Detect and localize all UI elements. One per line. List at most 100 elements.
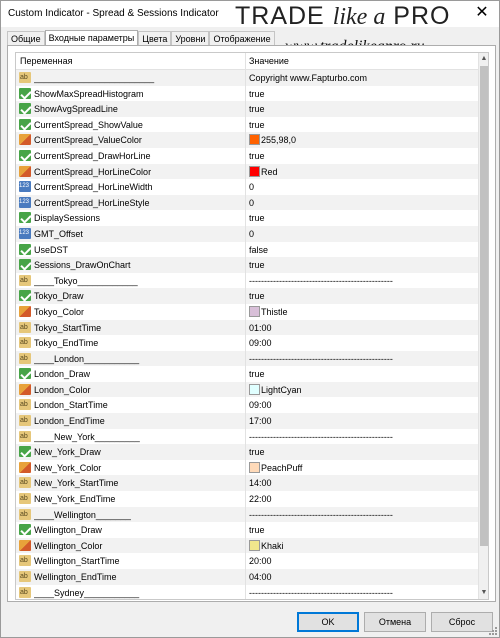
parameter-row[interactable]: ShowMaxSpreadHistogram true (16, 85, 479, 102)
parameter-value[interactable]: true (249, 368, 477, 380)
parameter-row[interactable]: ____Wellington_______ -------------------… (16, 506, 479, 523)
parameter-value[interactable]: 0 (249, 181, 477, 193)
parameter-row[interactable]: Tokyo_StartTime 01:00 (16, 319, 479, 336)
parameter-value[interactable]: ----------------------------------------… (249, 353, 477, 365)
column-divider (245, 397, 246, 414)
parameter-row[interactable]: ____Sydney___________ -------------------… (16, 584, 479, 599)
scroll-up-icon[interactable]: ▲ (479, 53, 488, 65)
parameter-row[interactable]: Tokyo_EndTime 09:00 (16, 335, 479, 351)
parameter-name: CurrentSpread_HorLineColor (34, 166, 152, 177)
column-divider (245, 303, 246, 320)
tab-general[interactable]: Общие (7, 31, 45, 46)
bool-icon (19, 87, 31, 99)
tab-levels[interactable]: Уровни (171, 31, 210, 46)
parameter-value[interactable]: 20:00 (249, 555, 477, 567)
column-header-variable[interactable]: Переменная (20, 56, 73, 66)
parameter-value[interactable]: true (249, 119, 477, 131)
parameter-row[interactable]: Wellington_StartTime 20:00 (16, 553, 479, 569)
color-swatch[interactable] (249, 461, 260, 473)
scroll-down-icon[interactable]: ▼ (479, 587, 488, 599)
parameter-value[interactable]: 255,98,0 (249, 134, 477, 146)
parameter-value[interactable]: true (249, 259, 477, 271)
parameter-value[interactable]: true (249, 212, 477, 224)
color-swatch[interactable] (249, 165, 260, 177)
parameter-value[interactable]: Thistle (249, 305, 477, 318)
parameter-row[interactable]: ____Tokyo____________ -------------------… (16, 272, 479, 289)
parameter-row[interactable]: Tokyo_Color Thistle (16, 303, 479, 320)
parameter-row[interactable]: ShowAvgSpreadLine true (16, 101, 479, 117)
parameter-row[interactable]: London_EndTime 17:00 (16, 413, 479, 429)
parameter-value[interactable]: Red (249, 165, 477, 178)
parameter-value[interactable]: 17:00 (249, 415, 477, 427)
parameter-value[interactable]: PeachPuff (249, 461, 477, 474)
parameter-row[interactable]: CurrentSpread_DrawHorLine true (16, 147, 479, 164)
parameter-value[interactable]: 09:00 (249, 399, 477, 411)
parameter-value[interactable]: 0 (249, 228, 477, 240)
reset-button[interactable]: Сброс (431, 612, 493, 632)
scrollbar-thumb[interactable] (480, 66, 488, 546)
parameter-value[interactable]: true (249, 103, 477, 115)
parameter-value[interactable]: 09:00 (249, 337, 477, 349)
parameter-row[interactable]: CurrentSpread_HorLineWidth 0 (16, 179, 479, 195)
parameter-value[interactable]: ----------------------------------------… (249, 431, 477, 443)
parameter-row[interactable]: Wellington_Draw true (16, 522, 479, 538)
color-swatch[interactable] (249, 539, 260, 551)
parameter-value-text: 14:00 (249, 478, 272, 489)
text-icon (19, 430, 31, 442)
parameter-name: CurrentSpread_ShowValue (34, 119, 143, 130)
parameter-value[interactable]: false (249, 244, 477, 256)
parameter-value[interactable]: ----------------------------------------… (249, 275, 477, 287)
parameter-value[interactable]: Copyright www.Fapturbo.com (249, 72, 477, 84)
parameter-row[interactable]: New_York_Draw true (16, 444, 479, 460)
color-swatch[interactable] (249, 134, 260, 146)
parameter-value[interactable]: true (249, 290, 477, 302)
parameter-row[interactable]: London_Draw true (16, 366, 479, 382)
column-divider[interactable] (245, 53, 246, 70)
color-swatch[interactable] (249, 305, 260, 317)
color-swatch[interactable] (249, 383, 260, 395)
bool-icon (19, 368, 31, 380)
ok-button[interactable]: OK (297, 612, 359, 632)
parameter-value-text: ----------------------------------------… (249, 509, 393, 520)
parameter-value[interactable]: Khaki (249, 539, 477, 552)
parameter-row[interactable]: Tokyo_Draw true (16, 288, 479, 304)
parameter-row[interactable]: New_York_Color PeachPuff (16, 459, 479, 476)
parameter-value[interactable]: 0 (249, 197, 477, 209)
tab-colors[interactable]: Цвета (138, 31, 172, 46)
resize-grip-icon[interactable] (489, 627, 497, 635)
parameter-row[interactable]: London_StartTime 09:00 (16, 397, 479, 414)
parameter-value[interactable]: true (249, 88, 477, 100)
parameter-row[interactable]: New_York_StartTime 14:00 (16, 475, 479, 492)
parameter-row[interactable]: ____London___________ -------------------… (16, 350, 479, 367)
cancel-button[interactable]: Отмена (364, 612, 426, 632)
parameter-row[interactable]: CurrentSpread_ShowValue true (16, 116, 479, 133)
parameter-row[interactable]: CurrentSpread_HorLineStyle 0 (16, 194, 479, 211)
tab-display[interactable]: Отображение (209, 31, 275, 46)
parameter-row[interactable]: GMT_Offset 0 (16, 225, 479, 242)
parameter-row[interactable]: DisplaySessions true (16, 210, 479, 226)
column-header-value[interactable]: Значение (249, 56, 289, 66)
parameter-value[interactable]: 14:00 (249, 477, 477, 489)
parameter-value[interactable]: true (249, 446, 477, 458)
tab-input-parameters[interactable]: Входные параметры (44, 30, 139, 46)
parameter-row[interactable]: Wellington_EndTime 04:00 (16, 569, 479, 585)
parameter-row[interactable]: ________________________ Copyright www.Fa… (16, 70, 479, 86)
parameter-row[interactable]: New_York_EndTime 22:00 (16, 491, 479, 507)
vertical-scrollbar[interactable]: ▲ ▼ (478, 53, 488, 599)
parameter-row[interactable]: Wellington_Color Khaki (16, 537, 479, 554)
parameter-value[interactable]: true (249, 150, 477, 162)
parameter-value[interactable]: ----------------------------------------… (249, 509, 477, 521)
parameter-value[interactable]: ----------------------------------------… (249, 587, 477, 599)
parameter-row[interactable]: London_Color LightCyan (16, 381, 479, 398)
parameter-value[interactable]: 04:00 (249, 571, 477, 583)
parameter-row[interactable]: ____New_York_________ -------------------… (16, 428, 479, 445)
parameter-value[interactable]: LightCyan (249, 383, 477, 396)
parameter-value[interactable]: true (249, 524, 477, 536)
column-divider (245, 366, 246, 382)
parameter-value[interactable]: 22:00 (249, 493, 477, 505)
parameter-row[interactable]: CurrentSpread_ValueColor 255,98,0 (16, 132, 479, 148)
parameter-row[interactable]: Sessions_DrawOnChart true (16, 257, 479, 273)
parameter-value[interactable]: 01:00 (249, 322, 477, 334)
parameter-row[interactable]: CurrentSpread_HorLineColor Red (16, 163, 479, 180)
parameter-row[interactable]: UseDST false (16, 241, 479, 258)
